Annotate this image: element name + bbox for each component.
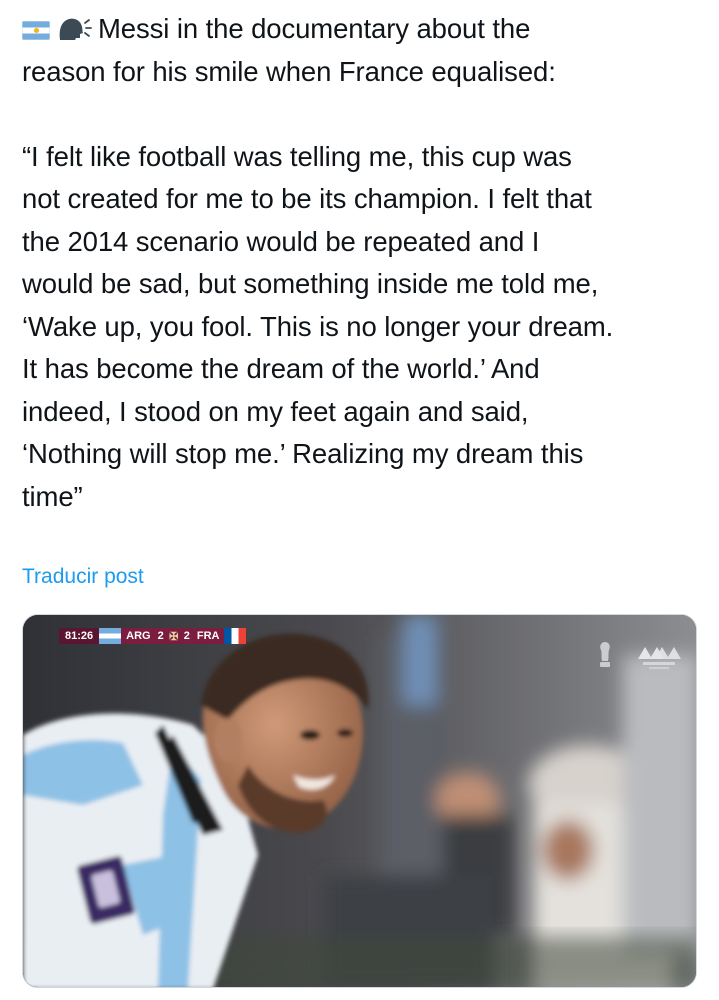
match-scoreboard: 81:26 ARG 2 ✠ 2 FRA [59, 628, 247, 644]
translate-post-link[interactable]: Traducir post [22, 565, 144, 589]
match-frame-illustration [23, 615, 696, 987]
post-line-1: Messi in the documentary about the [22, 8, 698, 51]
post-line-5: not created for me to be its champion. I… [22, 183, 592, 214]
away-score: 2 [181, 628, 192, 644]
argentina-flag-icon [22, 21, 50, 40]
argentina-flag-icon [99, 628, 122, 644]
home-team: ARG [121, 628, 156, 644]
post-line-9: It has become the dream of the world.’ A… [22, 353, 540, 384]
post-media-image[interactable]: 81:26 ARG 2 ✠ 2 FRA [22, 614, 697, 988]
world-cup-trophy-icon: ✠ [165, 628, 182, 644]
post-text: Messi in the documentary about the reaso… [22, 8, 698, 518]
post-body: Messi in the documentary about the reaso… [22, 8, 698, 518]
speaking-head-icon [59, 18, 92, 40]
post-line-12: time” [22, 480, 83, 512]
post-line-11: ‘Nothing will stop me.’ Realizing my dre… [22, 438, 584, 469]
world-cup-emblem-icon [600, 642, 610, 667]
post-line-8: ‘Wake up, you fool. This is no longer yo… [22, 310, 614, 342]
match-clock: 81:26 [59, 628, 100, 644]
broadcaster-logo-icon [638, 647, 681, 669]
post-line-10: indeed, I stood on my feet again and sai… [22, 395, 529, 427]
post-line-2: reason for his smile when France equalis… [22, 55, 556, 87]
france-flag-icon [224, 628, 247, 644]
post-line-6: the 2014 scenario would be repeated and … [22, 225, 540, 257]
post-line-4: “I felt like football was telling me, th… [22, 140, 572, 172]
home-score: 2 [155, 628, 166, 644]
away-team: FRA [191, 628, 225, 644]
post-line-7: would be sad, but something inside me to… [22, 268, 599, 299]
